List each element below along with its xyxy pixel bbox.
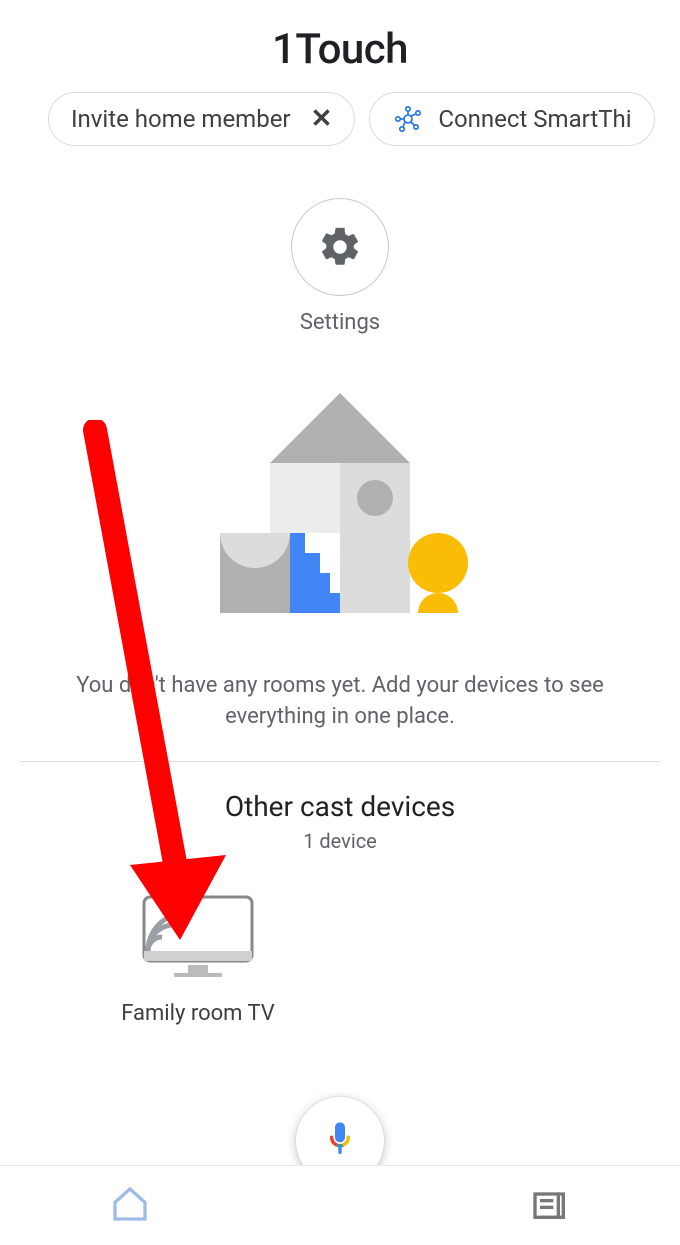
other-cast-devices-section: Other cast devices 1 device bbox=[0, 762, 680, 863]
shortcuts-row: Settings bbox=[0, 198, 680, 335]
close-icon[interactable]: ✕ bbox=[311, 104, 333, 134]
feed-tab-icon[interactable] bbox=[530, 1184, 570, 1228]
settings-label: Settings bbox=[300, 310, 380, 335]
section-title: Other cast devices bbox=[0, 790, 680, 823]
connect-smartthings-chip[interactable]: Connect SmartThi bbox=[369, 92, 654, 146]
empty-state-message: You don't have any rooms yet. Add your d… bbox=[0, 633, 680, 761]
home-title: 1Touch bbox=[0, 0, 680, 92]
settings-shortcut[interactable]: Settings bbox=[291, 198, 389, 335]
tv-cast-icon bbox=[138, 891, 258, 985]
bottom-navigation bbox=[0, 1165, 680, 1245]
microphone-icon bbox=[320, 1119, 360, 1163]
device-name-label: Family room TV bbox=[121, 1001, 275, 1026]
chip-label: Invite home member bbox=[71, 105, 291, 133]
suggestion-chip-row: Invite home member ✕ Connect SmartThi bbox=[0, 92, 680, 146]
home-tab-icon[interactable] bbox=[110, 1184, 150, 1228]
gear-icon bbox=[291, 198, 389, 296]
chip-label: Connect SmartThi bbox=[438, 105, 631, 133]
empty-home-illustration bbox=[0, 393, 680, 633]
invite-home-member-chip[interactable]: Invite home member ✕ bbox=[48, 92, 355, 146]
smartthings-icon bbox=[392, 103, 424, 135]
section-device-count: 1 device bbox=[0, 829, 680, 853]
cast-device-tile[interactable]: Family room TV bbox=[88, 891, 308, 1026]
